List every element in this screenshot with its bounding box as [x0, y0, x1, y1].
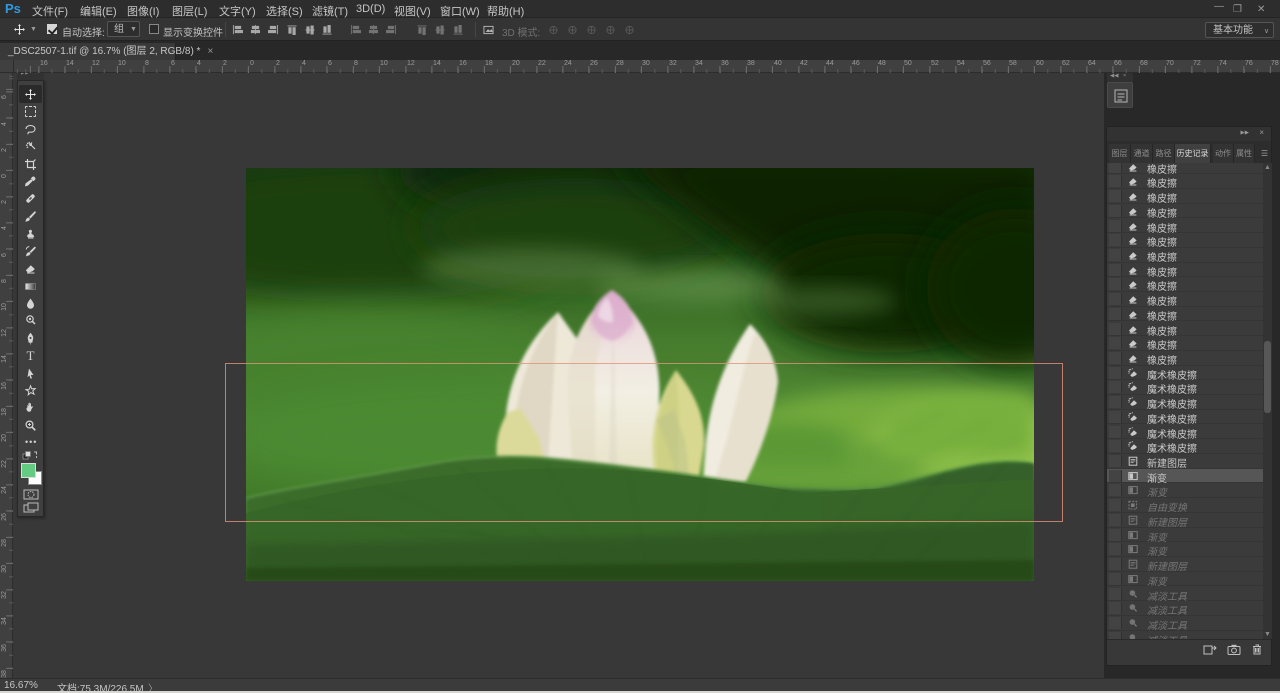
- svg-text:T: T: [27, 349, 35, 362]
